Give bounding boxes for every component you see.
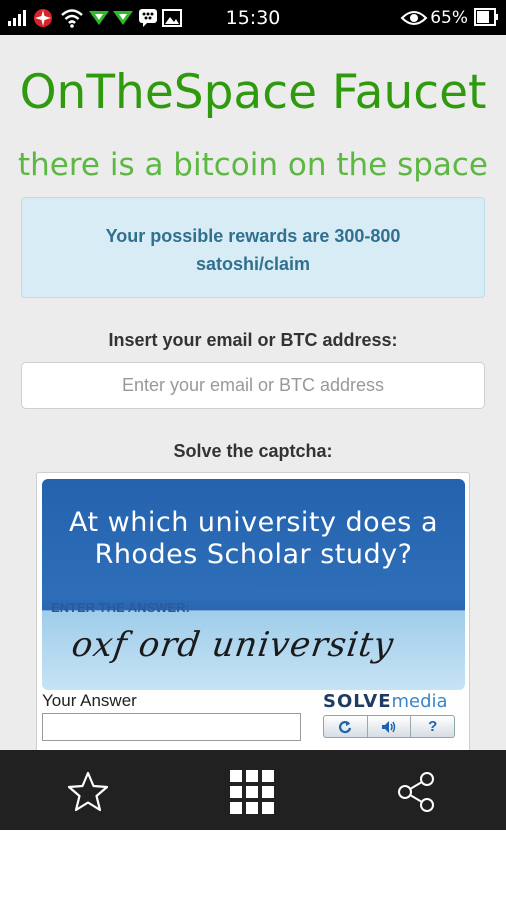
favorite-button[interactable]: [66, 770, 110, 814]
captcha-answer-input[interactable]: [42, 713, 301, 741]
bottom-navigation: [0, 750, 506, 830]
apps-grid-icon: [230, 770, 274, 814]
email-input[interactable]: [21, 362, 485, 409]
captcha-question: At which university does a Rhodes Schola…: [42, 507, 465, 571]
page-title: OnTheSpace Faucet: [19, 65, 487, 120]
eye-icon: [400, 11, 428, 25]
captcha-enter-answer-label: ENTER THE ANSWER:: [51, 600, 190, 615]
captcha-controls: ?: [323, 715, 455, 738]
solvemedia-logo-solve: SOLVE: [323, 691, 392, 712]
captcha-handwritten-text: oxf ord university: [69, 625, 397, 665]
audio-icon: [382, 720, 396, 733]
captcha-question-line1: At which university does a: [69, 507, 438, 538]
star-icon: [67, 771, 109, 812]
captcha-widget: At which university does a Rhodes Schola…: [36, 472, 470, 750]
solvemedia-logo: SOLVEmedia: [323, 691, 448, 712]
reward-info-box: Your possible rewards are 300-800 satosh…: [21, 197, 485, 298]
faucet-page: OnTheSpace Faucet there is a bitcoin on …: [0, 35, 506, 750]
your-answer-label: Your Answer: [42, 691, 137, 710]
battery-icon: [474, 8, 498, 26]
help-icon: ?: [428, 718, 438, 735]
reward-text-line2: satoshi/claim: [195, 254, 311, 274]
captcha-label: Solve the captcha:: [173, 441, 333, 461]
help-button[interactable]: ?: [411, 716, 454, 737]
reward-text-line1: Your possible rewards are 300-800: [105, 226, 401, 246]
audio-button[interactable]: [368, 716, 412, 737]
page-subtitle: there is a bitcoin on the space: [17, 147, 489, 183]
refresh-button[interactable]: [324, 716, 368, 737]
captcha-question-line2: Rhodes Scholar study?: [94, 539, 413, 570]
share-icon: [398, 772, 434, 812]
battery-percentage: 65%: [430, 8, 468, 28]
share-button[interactable]: [394, 770, 438, 814]
captcha-image: At which university does a Rhodes Schola…: [42, 479, 465, 690]
status-bar: 15:30 65%: [0, 0, 506, 35]
email-label: Insert your email or BTC address:: [108, 330, 398, 350]
refresh-icon: [339, 720, 352, 733]
solvemedia-logo-media: media: [391, 691, 448, 712]
apps-button[interactable]: [230, 770, 274, 814]
